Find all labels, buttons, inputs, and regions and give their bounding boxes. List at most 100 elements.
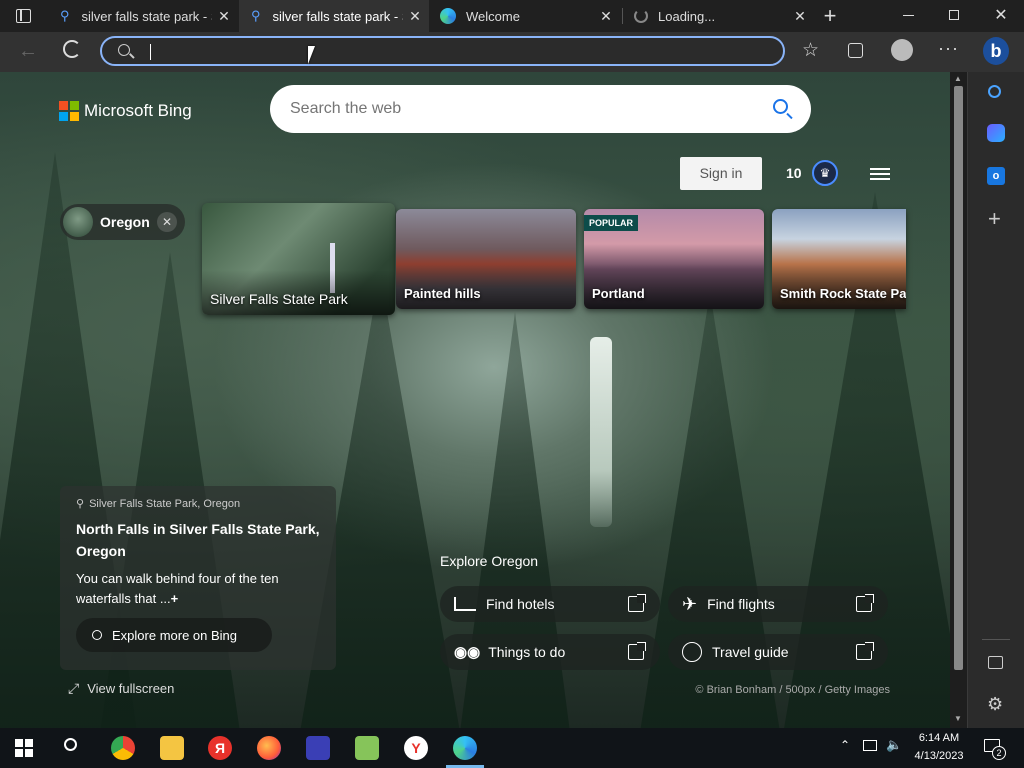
scroll-up-arrow-icon[interactable]: ▲ bbox=[954, 74, 962, 83]
external-link-icon bbox=[856, 594, 874, 612]
tab-3[interactable]: Welcome ✕ bbox=[430, 0, 620, 32]
yandex-browser-icon[interactable]: Я bbox=[208, 736, 232, 760]
firefox-icon[interactable] bbox=[257, 736, 281, 760]
location-pin-icon: ⚲ bbox=[76, 498, 85, 510]
location-row: ⚲ Silver Falls State Park, Oregon bbox=[76, 497, 240, 511]
explore-heading: Explore Oregon bbox=[440, 553, 539, 569]
bing-search-box[interactable] bbox=[270, 85, 811, 133]
travel-guide-button[interactable]: Travel guide bbox=[668, 634, 888, 670]
external-link-icon bbox=[856, 642, 874, 660]
address-input[interactable] bbox=[148, 40, 768, 62]
new-tab-icon[interactable]: + bbox=[820, 4, 840, 28]
image-title[interactable]: North Falls in Silver Falls State Park, … bbox=[76, 518, 324, 562]
card-painted-hills[interactable]: Painted hills bbox=[396, 209, 576, 309]
card-smith-rock[interactable]: Smith Rock State Park bbox=[772, 209, 906, 309]
popular-badge: POPULAR bbox=[584, 215, 639, 231]
expand-description-icon[interactable]: + bbox=[171, 591, 179, 606]
taskbar-search-icon[interactable] bbox=[64, 738, 77, 751]
tab-1[interactable]: ⚲ silver falls state park - S ✕ bbox=[48, 0, 238, 32]
back-icon[interactable]: ← bbox=[18, 40, 38, 63]
close-tab-icon[interactable]: ✕ bbox=[216, 8, 232, 24]
search-icon bbox=[118, 44, 130, 56]
yandex-icon[interactable]: Y bbox=[404, 736, 428, 760]
external-link-icon bbox=[628, 642, 646, 660]
close-tab-icon[interactable]: ✕ bbox=[407, 8, 423, 24]
mouse-cursor-icon bbox=[308, 46, 315, 64]
close-tab-icon[interactable]: ✕ bbox=[792, 8, 808, 24]
view-fullscreen-label: View fullscreen bbox=[87, 681, 175, 696]
sidebar-divider bbox=[982, 639, 1010, 640]
bing-search-icon: ⚲ bbox=[251, 8, 261, 23]
button-label: Travel guide bbox=[712, 644, 789, 660]
sidebar-outlook-icon[interactable]: o bbox=[987, 167, 1005, 185]
bing-logo[interactable]: Microsoft Bing bbox=[59, 101, 192, 121]
sign-in-button[interactable]: Sign in bbox=[680, 157, 762, 190]
notepad-plus-icon[interactable] bbox=[355, 736, 379, 760]
card-silver-falls[interactable]: Silver Falls State Park bbox=[202, 203, 395, 315]
tab-title: Loading... bbox=[658, 8, 716, 24]
profile-avatar[interactable] bbox=[891, 39, 913, 61]
rewards-trophy-icon[interactable]: ♛ bbox=[812, 160, 838, 186]
minimize-icon[interactable] bbox=[903, 15, 914, 16]
microsoft-logo-icon bbox=[59, 101, 79, 121]
navigation-bar: ← ☆ ··· b bbox=[0, 32, 1024, 72]
scrollbar-thumb[interactable] bbox=[954, 86, 963, 670]
clock-date[interactable]: 4/13/2023 bbox=[910, 750, 968, 762]
things-to-do-button[interactable]: ◉◉ Things to do bbox=[440, 634, 660, 670]
scroll-down-arrow-icon[interactable]: ▼ bbox=[954, 714, 962, 723]
find-flights-button[interactable]: ✈ Find flights bbox=[668, 586, 888, 622]
volume-icon[interactable]: 🔈 bbox=[886, 737, 902, 753]
file-explorer-icon[interactable] bbox=[160, 736, 184, 760]
bing-homepage: Microsoft Bing Sign in 10 ♛ Oregon ✕ Sil… bbox=[0, 72, 950, 728]
windows-start-icon[interactable] bbox=[15, 739, 33, 757]
airplane-icon: ✈ bbox=[682, 593, 698, 614]
refresh-icon[interactable] bbox=[63, 40, 81, 58]
rewards-points[interactable]: 10 bbox=[786, 165, 802, 181]
topic-chip-oregon[interactable]: Oregon ✕ bbox=[60, 204, 185, 240]
search-icon[interactable] bbox=[773, 99, 788, 114]
tab-actions-icon[interactable] bbox=[16, 9, 31, 23]
button-label: Find hotels bbox=[486, 596, 555, 612]
collections-icon[interactable] bbox=[848, 43, 863, 58]
explore-more-button[interactable]: Explore more on Bing bbox=[76, 618, 272, 652]
hamburger-menu-icon[interactable] bbox=[870, 168, 890, 180]
search-icon bbox=[92, 630, 102, 640]
bing-copilot-icon[interactable]: b bbox=[983, 37, 1009, 65]
sidebar-search-icon[interactable] bbox=[988, 85, 1001, 98]
compass-icon bbox=[682, 642, 702, 662]
find-hotels-button[interactable]: Find hotels bbox=[440, 586, 660, 622]
card-portland[interactable]: POPULAR Portland bbox=[584, 209, 764, 309]
image-info-panel: ⚲ Silver Falls State Park, Oregon North … bbox=[60, 486, 336, 670]
tab-2-active[interactable]: ⚲ silver falls state park - S ✕ bbox=[239, 0, 429, 32]
text-caret bbox=[150, 44, 151, 60]
restore-icon[interactable] bbox=[949, 10, 959, 20]
bing-logo-text: Microsoft Bing bbox=[84, 101, 192, 120]
view-fullscreen-button[interactable]: ⤢ View fullscreen bbox=[68, 680, 174, 697]
expand-icon: ⤢ bbox=[68, 680, 80, 696]
bing-search-icon: ⚲ bbox=[60, 8, 70, 23]
favorites-icon[interactable]: ☆ bbox=[802, 39, 819, 62]
waterfall-image bbox=[590, 337, 612, 527]
network-icon[interactable] bbox=[863, 740, 877, 751]
sidebar-settings-icon[interactable]: ⚙ bbox=[987, 694, 1003, 715]
tab-title: Welcome bbox=[466, 8, 520, 24]
loading-spinner-icon bbox=[634, 9, 648, 23]
show-hidden-icons-icon[interactable]: ⌃ bbox=[840, 738, 850, 752]
chrome-icon[interactable] bbox=[111, 736, 135, 760]
tab-4[interactable]: Loading... ✕ bbox=[624, 0, 814, 32]
page-scrollbar[interactable]: ▲ ▼ bbox=[950, 72, 967, 728]
shield-app-icon[interactable] bbox=[306, 736, 330, 760]
close-window-icon[interactable]: ✕ bbox=[992, 6, 1010, 26]
location-text[interactable]: Silver Falls State Park, Oregon bbox=[89, 498, 240, 510]
address-bar[interactable] bbox=[100, 36, 785, 66]
close-chip-icon[interactable]: ✕ bbox=[157, 212, 177, 232]
edge-taskbar-icon[interactable] bbox=[453, 736, 477, 760]
bing-search-input[interactable] bbox=[290, 97, 750, 121]
tab-bar: ⚲ silver falls state park - S ✕ ⚲ silver… bbox=[0, 0, 1024, 32]
close-tab-icon[interactable]: ✕ bbox=[598, 8, 614, 24]
hide-sidebar-icon[interactable] bbox=[988, 656, 1003, 669]
sidebar-add-icon[interactable]: + bbox=[988, 206, 1001, 232]
sidebar-copilot-icon[interactable] bbox=[987, 124, 1005, 142]
clock-time[interactable]: 6:14 AM bbox=[912, 732, 966, 744]
more-options-icon[interactable]: ··· bbox=[938, 38, 959, 59]
